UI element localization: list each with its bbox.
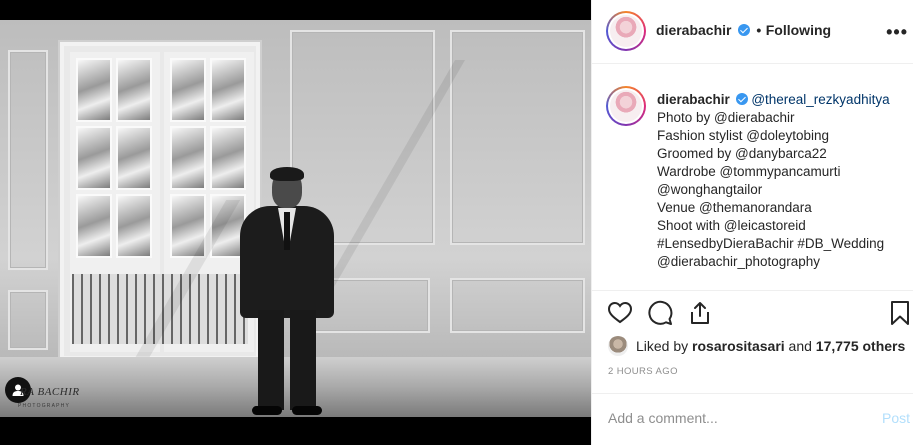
groom-figure: [232, 167, 342, 415]
caption-line: Venue @themanorandara: [657, 200, 812, 215]
caption-line: Shoot with @leicastoreid: [657, 218, 806, 233]
post-photo[interactable]: RA BACHIR PHOTOGRAPHY: [0, 20, 591, 417]
header-user-line: dierabachir • Following: [656, 22, 831, 40]
caption-area: dierabachir @thereal_rezkyadhitya Photo …: [592, 64, 913, 291]
bookmark-icon[interactable]: [887, 300, 913, 326]
following-button[interactable]: Following: [766, 22, 831, 38]
post-side-panel: dierabachir • Following ••• dierabachir …: [591, 0, 913, 445]
wall-panel: [450, 278, 585, 333]
likes-summary: Liked by rosarositasari and 17,775 other…: [608, 336, 905, 356]
wall-panel: [8, 290, 48, 350]
verified-badge-icon: [737, 24, 750, 36]
caption-line: Wardrobe @tommypancamurti: [657, 164, 841, 179]
liker-username[interactable]: rosarositasari: [692, 338, 785, 354]
header-username[interactable]: dierabachir: [656, 22, 731, 38]
caption-username[interactable]: dierabachir: [657, 92, 730, 107]
post-header: dierabachir • Following •••: [592, 0, 913, 64]
post-caption: dierabachir @thereal_rezkyadhitya Photo …: [657, 91, 907, 271]
more-options-icon[interactable]: •••: [886, 22, 908, 43]
caption-line: @wonghangtailor: [657, 182, 763, 197]
caption-line: Groomed by @danybarca22: [657, 146, 827, 161]
comment-input[interactable]: [608, 410, 848, 426]
caption-line: Photo by @dierabachir: [657, 110, 795, 125]
comment-bar: Post: [592, 393, 913, 445]
liker-avatar[interactable]: [608, 336, 628, 356]
post-media-area: RA BACHIR PHOTOGRAPHY: [0, 0, 591, 445]
caption-line[interactable]: @thereal_rezkyadhitya: [751, 92, 889, 107]
verified-badge-icon: [735, 93, 748, 105]
wall-panel: [8, 50, 48, 270]
likes-connector: and: [788, 338, 812, 354]
post-timestamp[interactable]: 2 HOURS AGO: [608, 366, 678, 377]
caption-avatar[interactable]: [606, 86, 646, 126]
caption-line: #LensedbyDieraBachir #DB_Wedding: [657, 236, 885, 251]
likes-count[interactable]: 17,775 others: [816, 338, 906, 354]
likes-prefix: Liked by: [636, 338, 689, 354]
share-icon[interactable]: [687, 300, 713, 326]
header-avatar[interactable]: [606, 11, 646, 51]
photographer-watermark: RA BACHIR: [20, 386, 80, 398]
heart-icon[interactable]: [607, 300, 633, 326]
caption-line: Fashion stylist @doleytobing: [657, 128, 830, 143]
comment-icon[interactable]: [647, 300, 673, 326]
header-separator: •: [756, 22, 762, 38]
action-bar: [592, 292, 913, 332]
wall-panel: [450, 30, 585, 245]
caption-line: @dierabachir_photography: [657, 254, 821, 269]
photographer-watermark-sub: PHOTOGRAPHY: [18, 403, 71, 409]
post-comment-button[interactable]: Post: [882, 410, 910, 426]
